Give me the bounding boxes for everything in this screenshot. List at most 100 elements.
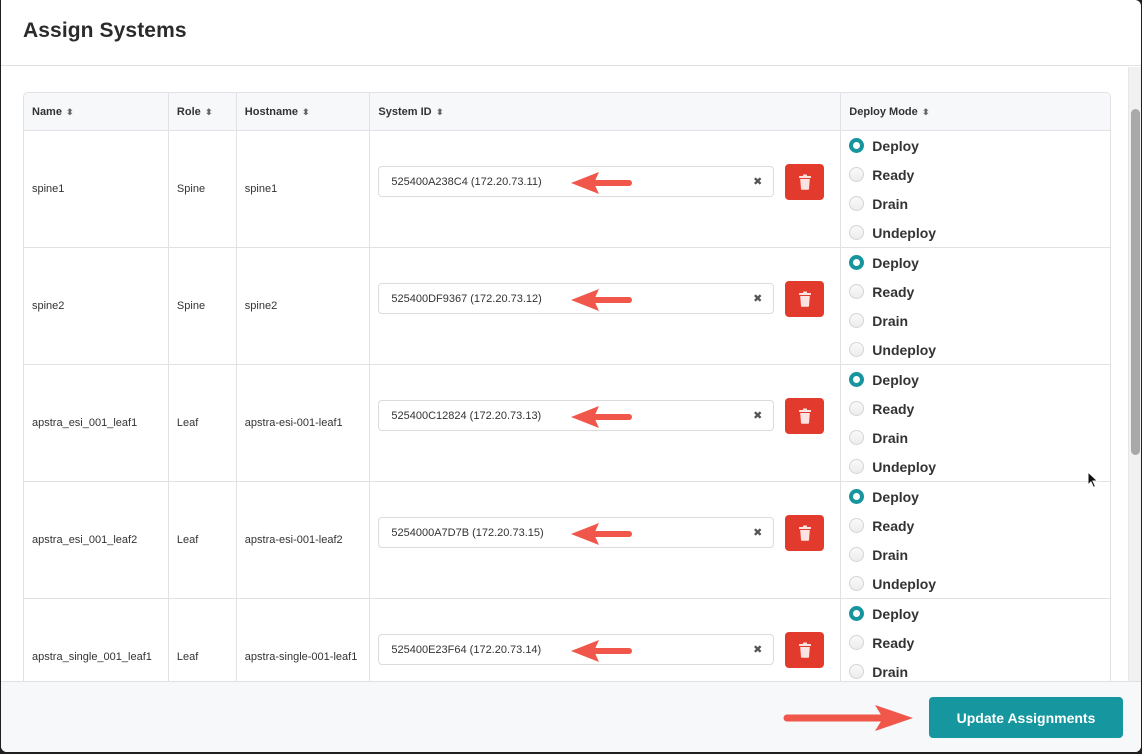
radio-button[interactable] — [849, 664, 865, 679]
cell-system-id: 5254000A7D7B (172.20.73.15) ✖ — [370, 482, 842, 599]
radio-button[interactable] — [849, 547, 865, 562]
radio-button[interactable] — [849, 518, 865, 533]
column-header-hostname[interactable]: Hostname ⬍ — [236, 93, 371, 131]
scrollbar-thumb[interactable] — [1131, 109, 1140, 455]
delete-button[interactable] — [785, 514, 825, 551]
radio-button[interactable] — [849, 313, 865, 328]
system-id-controls: 525400DF9367 (172.20.73.12) ✖ — [378, 280, 832, 332]
deploy-mode-option-ready[interactable]: Ready — [849, 277, 1102, 306]
deploy-mode-option-deploy[interactable]: Deploy — [849, 365, 1102, 394]
clear-icon[interactable]: ✖ — [753, 526, 762, 539]
sort-icon[interactable]: ⬍ — [435, 107, 443, 118]
radio-label: Drain — [872, 429, 909, 446]
sort-icon[interactable]: ⬍ — [66, 107, 74, 118]
delete-button[interactable] — [785, 280, 825, 317]
annotation-arrow-icon — [571, 640, 633, 662]
radio-button[interactable] — [849, 342, 865, 357]
deploy-mode-option-deploy[interactable]: Deploy — [849, 131, 1102, 160]
deploy-mode-option-undeploy[interactable]: Undeploy — [849, 335, 1102, 364]
deploy-mode-option-ready[interactable]: Ready — [849, 394, 1102, 423]
column-label: Role — [176, 105, 201, 118]
system-id-select[interactable]: 525400E23F64 (172.20.73.14) ✖ — [378, 634, 775, 665]
radio-button[interactable] — [849, 430, 865, 445]
radio-button[interactable] — [849, 167, 865, 182]
radio-label: Deploy — [872, 371, 919, 388]
deploy-mode-option-ready[interactable]: Ready — [849, 511, 1102, 540]
cell-name: apstra_esi_001_leaf1 — [24, 365, 169, 482]
radio-button[interactable] — [849, 196, 865, 211]
clear-icon[interactable]: ✖ — [753, 643, 762, 656]
deploy-mode-radio-group: Deploy Ready Drain Undeploy — [849, 248, 1102, 364]
cell-role: Spine — [168, 131, 237, 248]
modal-body: Name ⬍ Role ⬍ Hostname ⬍ System ID ⬍ Deploy … — [1, 67, 1128, 681]
delete-button[interactable] — [785, 631, 825, 668]
column-header-deploy-mode[interactable]: Deploy Mode ⬍ — [841, 93, 1110, 131]
cell-deploy-mode: Deploy Ready Drain Undeploy — [841, 248, 1110, 365]
annotation-arrow-icon — [571, 289, 633, 311]
cell-system-id: 525400E23F64 (172.20.73.14) ✖ — [370, 599, 842, 681]
clear-icon[interactable]: ✖ — [753, 292, 762, 305]
cell-deploy-mode: Deploy Ready Drain Undeploy — [841, 482, 1110, 599]
system-id-select[interactable]: 525400C12824 (172.20.73.13) ✖ — [378, 400, 775, 431]
deploy-mode-option-undeploy[interactable]: Undeploy — [849, 569, 1102, 598]
radio-label: Ready — [872, 634, 915, 651]
system-id-select[interactable]: 5254000A7D7B (172.20.73.15) ✖ — [378, 517, 775, 548]
table-row: apstra_single_001_leaf1 Leaf apstra-sing… — [24, 599, 1110, 681]
radio-label: Ready — [872, 283, 915, 300]
delete-button[interactable] — [785, 163, 825, 200]
radio-button[interactable] — [849, 606, 865, 621]
annotation-arrow-icon — [571, 172, 633, 194]
deploy-mode-option-undeploy[interactable]: Undeploy — [849, 218, 1102, 247]
cell-hostname: apstra-esi-001-leaf1 — [236, 365, 371, 482]
trash-icon — [798, 642, 811, 658]
deploy-mode-option-deploy[interactable]: Deploy — [849, 482, 1102, 511]
column-label: Hostname — [244, 105, 298, 118]
clear-icon[interactable]: ✖ — [753, 409, 762, 422]
deploy-mode-radio-group: Deploy Ready Drain Undeploy — [849, 599, 1102, 681]
radio-button[interactable] — [849, 138, 865, 153]
update-assignments-button[interactable]: Update Assignments — [929, 697, 1123, 738]
sort-icon[interactable]: ⬍ — [204, 107, 212, 118]
column-header-system-id[interactable]: System ID ⬍ — [370, 93, 842, 131]
system-id-select[interactable]: 525400DF9367 (172.20.73.12) ✖ — [378, 283, 775, 314]
radio-label: Ready — [872, 400, 915, 417]
deploy-mode-option-ready[interactable]: Ready — [849, 628, 1102, 657]
sort-icon[interactable]: ⬍ — [921, 107, 929, 118]
system-id-value: 525400A238C4 (172.20.73.11) — [391, 175, 542, 188]
cell-hostname: spine1 — [236, 131, 371, 248]
deploy-mode-option-drain[interactable]: Drain — [849, 657, 1102, 681]
system-id-select[interactable]: 525400A238C4 (172.20.73.11) ✖ — [378, 166, 775, 197]
deploy-mode-radio-group: Deploy Ready Drain Undeploy — [849, 365, 1102, 481]
deploy-mode-option-ready[interactable]: Ready — [849, 160, 1102, 189]
mouse-cursor-icon — [1087, 471, 1099, 489]
clear-icon[interactable]: ✖ — [753, 175, 762, 188]
deploy-mode-option-drain[interactable]: Drain — [849, 189, 1102, 218]
sort-icon[interactable]: ⬍ — [302, 107, 310, 118]
radio-label: Drain — [872, 312, 909, 329]
column-header-name[interactable]: Name ⬍ — [24, 93, 169, 131]
radio-label: Undeploy — [872, 458, 937, 475]
cell-deploy-mode: Deploy Ready Drain Undeploy — [841, 599, 1110, 681]
radio-button[interactable] — [849, 401, 865, 416]
systems-table: Name ⬍ Role ⬍ Hostname ⬍ System ID ⬍ Deploy … — [23, 92, 1111, 681]
deploy-mode-option-undeploy[interactable]: Undeploy — [849, 452, 1102, 481]
assign-systems-modal: Assign Systems Name ⬍ Role ⬍ Hostname ⬍ Sys… — [1, 0, 1141, 752]
radio-button[interactable] — [849, 255, 865, 270]
deploy-mode-option-drain[interactable]: Drain — [849, 306, 1102, 335]
radio-button[interactable] — [849, 459, 865, 474]
deploy-mode-option-drain[interactable]: Drain — [849, 540, 1102, 569]
delete-button[interactable] — [785, 397, 825, 434]
column-header-role[interactable]: Role ⬍ — [168, 93, 237, 131]
cell-deploy-mode: Deploy Ready Drain Undeploy — [841, 131, 1110, 248]
radio-button[interactable] — [849, 372, 865, 387]
radio-button[interactable] — [849, 284, 865, 299]
deploy-mode-option-drain[interactable]: Drain — [849, 423, 1102, 452]
radio-button[interactable] — [849, 489, 865, 504]
deploy-mode-option-deploy[interactable]: Deploy — [849, 599, 1102, 628]
annotation-arrow-icon — [571, 523, 633, 545]
radio-button[interactable] — [849, 635, 865, 650]
deploy-mode-option-deploy[interactable]: Deploy — [849, 248, 1102, 277]
radio-button[interactable] — [849, 576, 865, 591]
radio-button[interactable] — [849, 225, 865, 240]
scrollbar[interactable] — [1128, 67, 1141, 681]
